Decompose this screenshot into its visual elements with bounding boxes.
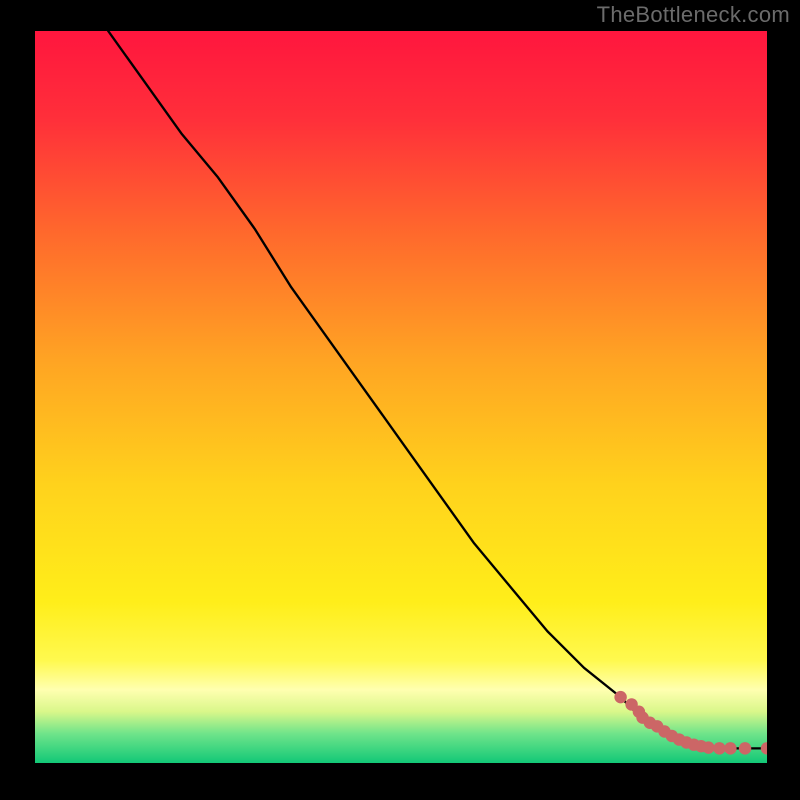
chart-stage: TheBottleneck.com [0,0,800,800]
watermark-text: TheBottleneck.com [597,2,790,28]
gradient-background [35,31,767,763]
plot-area [35,31,767,763]
